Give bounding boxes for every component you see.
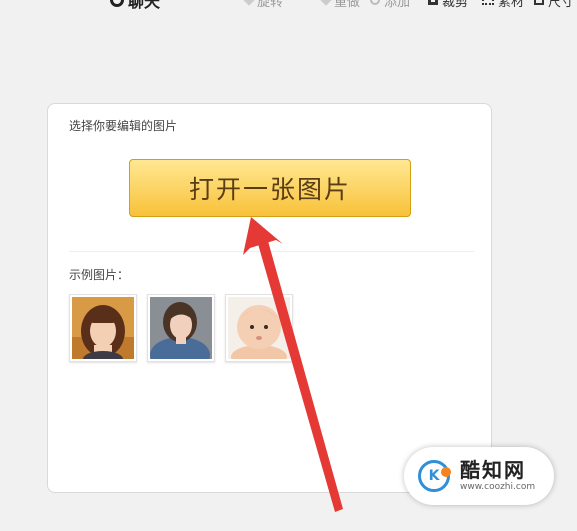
open-image-panel: 选择你要编辑的图片 打开一张图片 示例图片： <box>47 103 492 493</box>
redo-icon <box>320 0 332 6</box>
example-image-1[interactable] <box>69 294 137 362</box>
toolbar-add[interactable]: 添加 <box>370 0 411 10</box>
toolbar-redo-label: 重做 <box>334 0 361 10</box>
toolbar-search-label: 聊天 <box>128 0 161 11</box>
search-icon <box>110 0 124 7</box>
watermark-url: www.coozhi.com <box>460 482 536 492</box>
toolbar-redo[interactable]: 重做 <box>320 0 361 10</box>
watermark-badge: K 酷知网 www.coozhi.com <box>404 447 554 505</box>
examples-label: 示例图片： <box>69 268 130 282</box>
example-image-3[interactable] <box>225 294 293 362</box>
toolbar-size[interactable]: 尺寸 <box>534 0 575 10</box>
toolbar-rotate[interactable]: 旋转 <box>243 0 284 10</box>
example-image-2[interactable] <box>147 294 215 362</box>
example-thumbnails <box>69 294 293 362</box>
toolbar-add-label: 添加 <box>384 0 411 10</box>
divider <box>69 251 474 252</box>
toolbar-size-label: 尺寸 <box>548 0 575 10</box>
portrait-image <box>72 297 134 359</box>
add-icon <box>370 0 380 5</box>
grid-icon <box>482 0 494 5</box>
portrait-image <box>150 297 212 359</box>
resize-icon <box>534 0 544 5</box>
coozhi-logo-icon: K <box>418 460 451 492</box>
toolbar-crop-label: 裁剪 <box>442 0 469 10</box>
open-image-button[interactable]: 打开一张图片 <box>129 159 411 217</box>
toolbar-crop[interactable]: 裁剪 <box>428 0 469 10</box>
toolbar-material-label: 素材 <box>498 0 525 10</box>
toolbar-rotate-label: 旋转 <box>257 0 284 10</box>
toolbar-material[interactable]: 素材 <box>482 0 525 10</box>
section-label: 选择你要编辑的图片 <box>69 119 178 133</box>
rotate-icon <box>243 0 255 6</box>
toolbar-search[interactable]: 聊天 <box>110 0 160 11</box>
portrait-image <box>228 297 290 359</box>
top-toolbar: 聊天 旋转 重做 添加 裁剪 素材 尺寸 <box>0 0 577 11</box>
watermark-title: 酷知网 <box>460 458 526 482</box>
crop-icon <box>428 0 438 5</box>
